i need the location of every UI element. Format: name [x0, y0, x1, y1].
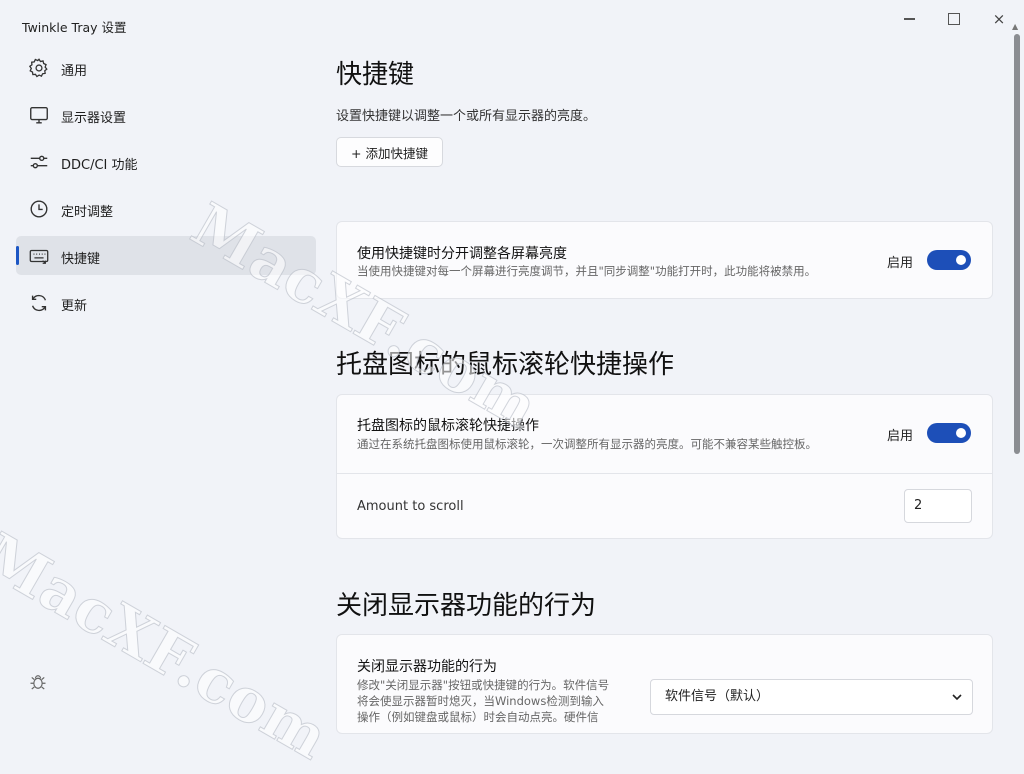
monitor-off-card-title: 关闭显示器功能的行为	[357, 659, 497, 675]
monitor-off-row: 关闭显示器功能的行为 修改"关闭显示器"按钮或快捷键的行为。软件信号 将会使显示…	[337, 635, 992, 733]
monitor-icon	[28, 104, 50, 126]
sidebar-item-schedule[interactable]: 定时调整	[16, 189, 316, 228]
sidebar-item-label: 定时调整	[61, 205, 114, 220]
monitor-off-subtitle-line: 操作（例如键盘或鼠标）时会自动点亮。硬件信	[357, 710, 599, 724]
sidebar-item-label: 通用	[61, 64, 88, 79]
separate-brightness-toggle[interactable]	[927, 250, 971, 270]
select-value: 软件信号（默认）	[665, 689, 770, 704]
toggle-knob	[956, 255, 966, 265]
window-title: Twinkle Tray 设置	[22, 20, 127, 35]
tray-scroll-title: 托盘图标的鼠标滚轮快捷操作	[336, 350, 675, 380]
amount-to-scroll-input[interactable]: 2	[904, 489, 972, 523]
sidebar-item-ddcci[interactable]: DDC/CI 功能	[16, 142, 316, 181]
sidebar-item-general[interactable]: 通用	[16, 48, 316, 87]
sliders-icon	[28, 151, 50, 173]
tray-scroll-card-subtitle: 通过在系统托盘图标使用鼠标滚轮，一次调整所有显示器的亮度。可能不兼容某些触控板。	[357, 437, 817, 451]
monitor-off-card: 关闭显示器功能的行为 修改"关闭显示器"按钮或快捷键的行为。软件信号 将会使显示…	[336, 634, 993, 734]
separate-brightness-row: 使用快捷键时分开调整各屏幕亮度 当使用快捷键对每一个屏幕进行亮度调节，并且"同步…	[337, 222, 992, 298]
sidebar-item-label: 更新	[61, 299, 88, 314]
toggle-label: 启用	[887, 429, 914, 444]
hotkeys-title: 快捷键	[336, 60, 415, 90]
scrollbar-thumb[interactable]	[1014, 34, 1020, 454]
monitor-off-subtitle-line: 修改"关闭显示器"按钮或快捷键的行为。软件信号	[357, 678, 610, 692]
watermark: MacXF.com	[0, 520, 340, 774]
refresh-icon	[28, 292, 50, 314]
sidebar-item-hotkeys[interactable]: 快捷键	[16, 236, 316, 275]
gear-icon	[28, 57, 50, 79]
hotkeys-description: 设置快捷键以调整一个或所有显示器的亮度。	[336, 109, 597, 124]
main-content: 快捷键 设置快捷键以调整一个或所有显示器的亮度。 + 添加快捷键 使用快捷键时分…	[336, 0, 996, 734]
toggle-knob	[956, 428, 966, 438]
separate-brightness-subtitle: 当使用快捷键对每一个屏幕进行亮度调节，并且"同步调整"功能打开时，此功能将被禁用…	[357, 264, 817, 278]
toggle-label: 启用	[887, 256, 914, 271]
sidebar-item-monitor-settings[interactable]: 显示器设置	[16, 95, 316, 134]
tray-scroll-row: 托盘图标的鼠标滚轮快捷操作 通过在系统托盘图标使用鼠标滚轮，一次调整所有显示器的…	[337, 395, 992, 473]
clock-icon	[28, 198, 50, 220]
monitor-off-subtitle-line: 将会使显示器暂时熄灭，当Windows检测到输入	[357, 694, 604, 708]
chevron-down-icon	[952, 694, 962, 701]
sidebar-item-label: DDC/CI 功能	[61, 158, 138, 173]
monitor-off-title: 关闭显示器功能的行为	[336, 591, 597, 621]
tray-scroll-card-title: 托盘图标的鼠标滚轮快捷操作	[357, 418, 539, 434]
sidebar: 通用 显示器设置 DDC/CI 功能 定时调整 快捷键 更新	[0, 48, 330, 330]
monitor-off-behavior-select[interactable]: 软件信号（默认）	[650, 679, 973, 715]
amount-to-scroll-row: Amount to scroll 2	[337, 473, 992, 538]
scroll-up-arrow-icon[interactable]: ▲	[1012, 22, 1018, 31]
separate-brightness-title: 使用快捷键时分开调整各屏幕亮度	[357, 246, 567, 262]
tray-scroll-card: 托盘图标的鼠标滚轮快捷操作 通过在系统托盘图标使用鼠标滚轮，一次调整所有显示器的…	[336, 394, 993, 539]
keyboard-icon	[28, 245, 50, 267]
add-hotkey-button[interactable]: + 添加快捷键	[336, 137, 443, 167]
tray-scroll-toggle[interactable]	[927, 423, 971, 443]
sidebar-item-label: 显示器设置	[61, 111, 127, 126]
separate-brightness-card: 使用快捷键时分开调整各屏幕亮度 当使用快捷键对每一个屏幕进行亮度调节，并且"同步…	[336, 221, 993, 299]
sidebar-item-updates[interactable]: 更新	[16, 283, 316, 322]
amount-to-scroll-label: Amount to scroll	[357, 499, 464, 514]
bug-icon[interactable]	[28, 672, 48, 692]
sidebar-item-label: 快捷键	[61, 252, 101, 267]
